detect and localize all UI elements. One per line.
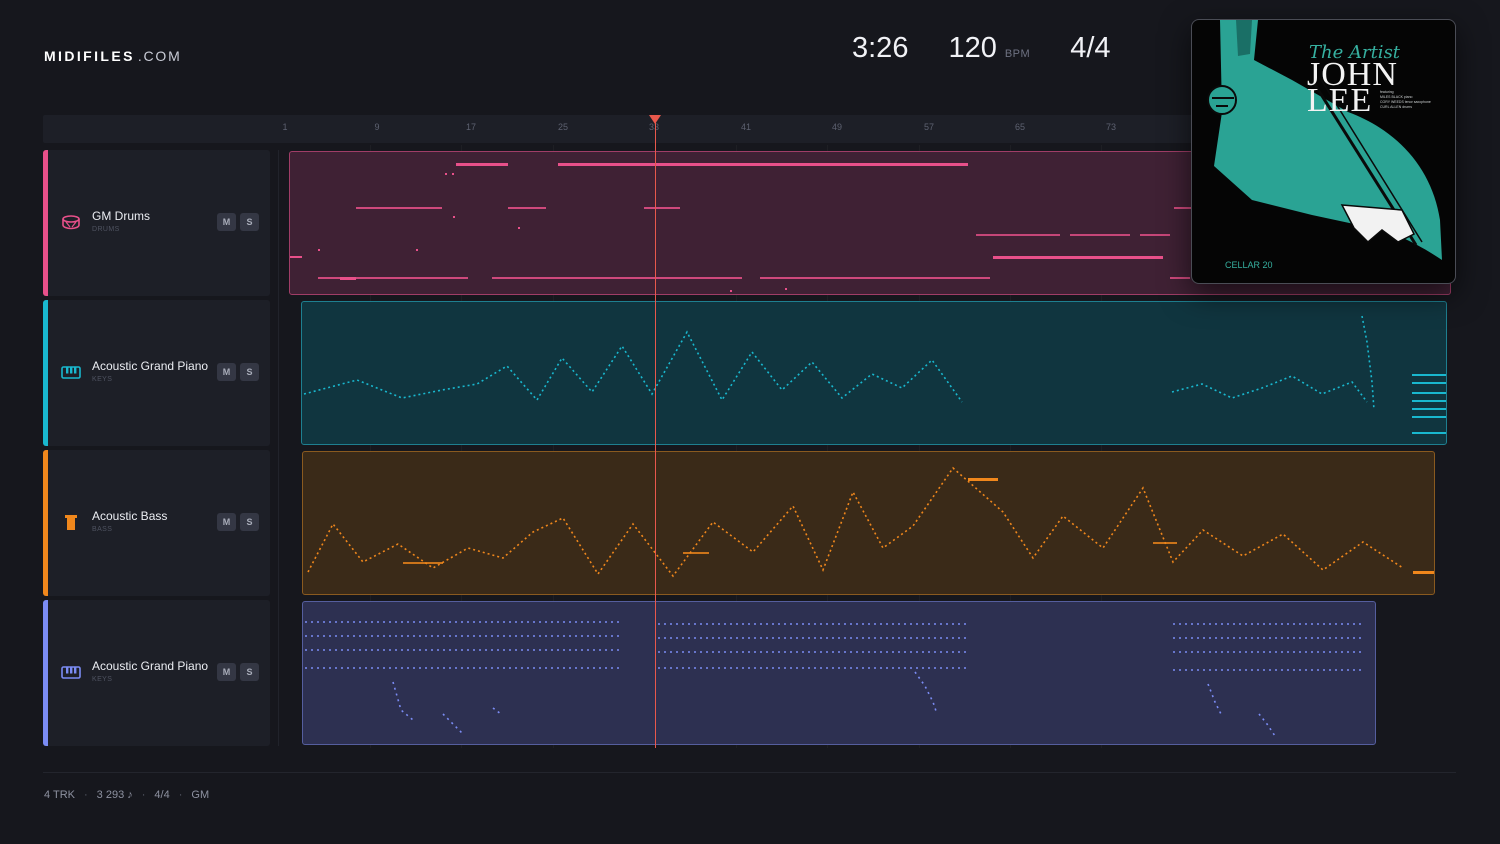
ruler-tick: 41 <box>740 122 752 132</box>
time-signature: 4/4 <box>1070 32 1111 64</box>
piano-2-notes <box>305 621 1363 737</box>
track-color-stripe <box>43 300 48 446</box>
drum-icon <box>62 215 80 230</box>
midi-clip-piano-2[interactable] <box>302 601 1376 745</box>
ruler-tick: 57 <box>923 122 935 132</box>
separator: · <box>178 789 183 801</box>
note-count: 3 293 ♪ <box>96 789 133 801</box>
piano-icon <box>61 366 81 379</box>
ruler-tick: 1 <box>282 122 288 132</box>
ruler-tick: 65 <box>1014 122 1026 132</box>
tempo-value: 120 <box>948 32 997 64</box>
piano-notes <box>303 315 1446 434</box>
track-header-drums[interactable]: GM Drums DRUMS M S <box>43 150 270 296</box>
track-color-stripe <box>43 600 48 746</box>
ruler-tick: 9 <box>374 122 380 132</box>
solo-button[interactable]: S <box>240 213 259 231</box>
bass-icon <box>65 515 77 530</box>
playhead-marker[interactable] <box>649 115 661 124</box>
song-duration: 3:26 <box>852 32 909 64</box>
site-logo[interactable]: MIDIFILES .COM <box>44 48 182 64</box>
album-cover: The Artist JOHN LEE featuring MILES BLAC… <box>1191 19 1456 284</box>
track-count: 4 TRK <box>44 789 75 801</box>
playhead[interactable] <box>655 118 656 748</box>
mute-button[interactable]: M <box>217 663 236 681</box>
piano-icon <box>61 666 81 679</box>
track-category: DRUMS <box>92 226 120 233</box>
footer-signature: 4/4 <box>154 789 170 801</box>
footer-divider <box>43 772 1456 773</box>
track-category: KEYS <box>92 376 113 383</box>
ruler-tick: 25 <box>557 122 569 132</box>
ruler-tick: 73 <box>1105 122 1117 132</box>
midi-standard: GM <box>191 789 210 801</box>
separator: · <box>83 789 88 801</box>
track-divider <box>278 150 279 746</box>
logo-brand: MIDIFILES <box>44 48 135 64</box>
track-category: KEYS <box>92 676 113 683</box>
mute-button[interactable]: M <box>217 513 236 531</box>
mute-button[interactable]: M <box>217 363 236 381</box>
album-label-badge: CELLAR 20 <box>1225 260 1273 270</box>
album-credits: featuring MILES BLACK piano CORY WEEDS t… <box>1380 90 1431 109</box>
logo-tld: .COM <box>137 48 182 64</box>
separator: · <box>141 789 146 801</box>
file-summary: 4 TRK · 3 293 ♪ · 4/4 · GM <box>44 789 209 801</box>
track-header-piano[interactable]: Acoustic Grand Piano KEYS M S <box>43 300 270 446</box>
track-name: Acoustic Bass <box>92 509 168 523</box>
track-name: Acoustic Grand Piano <box>92 359 209 373</box>
bass-notes <box>307 466 1434 578</box>
solo-button[interactable]: S <box>240 363 259 381</box>
track-header-piano-2[interactable]: Acoustic Grand Piano KEYS M S <box>43 600 270 746</box>
solo-button[interactable]: S <box>240 663 259 681</box>
mute-button[interactable]: M <box>217 213 236 231</box>
ruler-tick: 49 <box>831 122 843 132</box>
track-color-stripe <box>43 150 48 296</box>
album-artist-last: LEE <box>1307 82 1373 119</box>
midi-clip-piano[interactable] <box>301 301 1447 445</box>
track-name: Acoustic Grand Piano <box>92 659 209 673</box>
transport-display: 3:26 120 BPM 4/4 <box>852 32 1111 72</box>
solo-button[interactable]: S <box>240 513 259 531</box>
track-header-bass[interactable]: Acoustic Bass BASS M S <box>43 450 270 596</box>
track-color-stripe <box>43 450 48 596</box>
ruler-tick: 17 <box>465 122 477 132</box>
track-category: BASS <box>92 526 113 533</box>
midi-clip-bass[interactable] <box>302 451 1435 595</box>
track-name: GM Drums <box>92 209 150 223</box>
tempo-unit: BPM <box>1004 48 1031 60</box>
tempo-display: 120 BPM <box>948 32 1030 65</box>
